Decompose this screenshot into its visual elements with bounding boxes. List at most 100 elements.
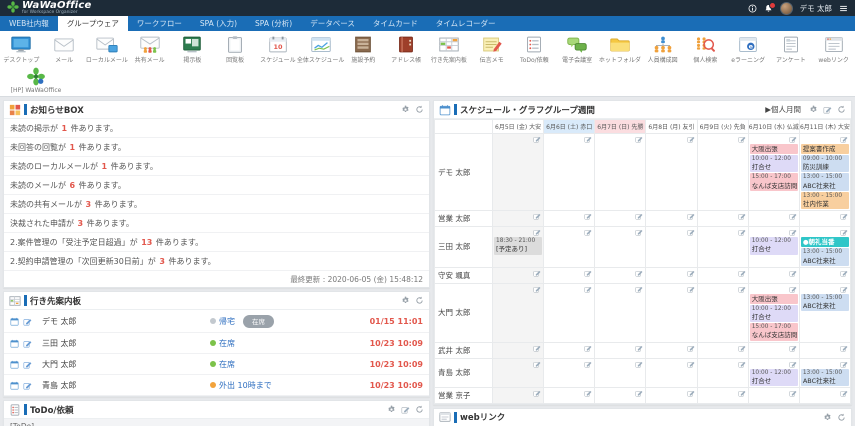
edit-icon[interactable] [635, 389, 643, 397]
schedule-day-cell[interactable] [748, 387, 799, 403]
schedule-day-cell[interactable] [697, 387, 748, 403]
edit-icon[interactable] [533, 285, 541, 293]
toolbar-item-book[interactable]: アドレス帳 [385, 34, 428, 65]
refresh-icon[interactable] [415, 296, 424, 305]
edit-icon[interactable] [401, 405, 410, 414]
calendar-icon[interactable] [10, 339, 19, 348]
toolbar-item-chartwin[interactable]: 全体スケジュール [299, 34, 342, 65]
edit-icon[interactable] [687, 389, 695, 397]
edit-icon[interactable] [840, 135, 848, 143]
edit-icon[interactable] [840, 389, 848, 397]
edit-icon[interactable] [687, 212, 695, 220]
toolbar-item-elearning[interactable]: eeラーニング [727, 34, 770, 65]
schedule-event[interactable]: 大阪出張 [750, 294, 798, 304]
schedule-day-cell[interactable]: 18:30 - 21:00[予定あり] [493, 227, 544, 267]
schedule-day-cell[interactable] [697, 358, 748, 387]
edit-icon[interactable] [738, 135, 746, 143]
schedule-day-cell[interactable] [646, 227, 697, 267]
edit-icon[interactable] [687, 360, 695, 368]
schedule-day-cell[interactable]: 13:00 - 15:00ABC社来社 [799, 358, 850, 387]
nav-tab[interactable]: データベース [301, 16, 364, 31]
toolbar-item-orgchart[interactable]: 人員構成図 [641, 34, 684, 65]
status-link[interactable]: 外出 10時まで [219, 380, 272, 391]
hamburger-menu-icon[interactable] [839, 4, 848, 13]
edit-icon[interactable] [789, 269, 797, 277]
status-link[interactable]: 帰宅 [219, 316, 235, 327]
schedule-day-cell[interactable] [493, 358, 544, 387]
edit-icon[interactable] [738, 228, 746, 236]
schedule-day-cell[interactable] [544, 134, 595, 211]
schedule-day-cell[interactable] [748, 211, 799, 227]
schedule-event[interactable]: 大阪出張 [750, 144, 798, 154]
edit-icon[interactable] [584, 360, 592, 368]
schedule-event[interactable]: 10:00 - 12:00打合せ [750, 237, 798, 254]
toolbar-item-mail[interactable]: メール [43, 34, 86, 65]
status-link[interactable]: 在席 [219, 338, 235, 349]
edit-icon[interactable] [635, 344, 643, 352]
gear-icon[interactable] [401, 296, 410, 305]
gear-icon[interactable] [387, 405, 396, 414]
edit-icon[interactable] [635, 285, 643, 293]
schedule-day-cell[interactable] [544, 387, 595, 403]
schedule-day-cell[interactable] [646, 283, 697, 342]
schedule-day-cell[interactable] [544, 227, 595, 267]
schedule-day-cell[interactable] [799, 342, 850, 358]
edit-icon[interactable] [584, 344, 592, 352]
edit-icon[interactable] [687, 228, 695, 236]
schedule-day-cell[interactable] [697, 134, 748, 211]
edit-icon[interactable] [840, 344, 848, 352]
refresh-icon[interactable] [415, 405, 424, 414]
schedule-day-cell[interactable] [646, 358, 697, 387]
toolbar-item-webwin[interactable]: webリンク [812, 34, 855, 65]
notice-item[interactable]: 未読の掲示が 1 件あります。 [4, 119, 429, 138]
edit-icon[interactable] [533, 212, 541, 220]
schedule-day-cell[interactable] [493, 387, 544, 403]
schedule-day-cell[interactable] [799, 387, 850, 403]
edit-icon[interactable] [584, 285, 592, 293]
edit-icon[interactable] [584, 228, 592, 236]
edit-icon[interactable] [840, 360, 848, 368]
edit-icon[interactable] [23, 317, 32, 326]
status-badge[interactable]: 在席 [243, 315, 274, 328]
schedule-event[interactable]: ●朝礼当番 [801, 237, 849, 247]
edit-icon[interactable] [533, 389, 541, 397]
notice-item[interactable]: 決裁された申請が 3 件あります。 [4, 214, 429, 233]
edit-icon[interactable] [789, 389, 797, 397]
schedule-day-cell[interactable] [697, 211, 748, 227]
schedule-event[interactable]: 10:00 - 12:00打合せ [750, 305, 798, 322]
edit-icon[interactable] [584, 269, 592, 277]
toolbar-item-board[interactable]: 掲示板 [171, 34, 214, 65]
schedule-day-cell[interactable] [544, 211, 595, 227]
edit-icon[interactable] [840, 212, 848, 220]
edit-icon[interactable] [789, 135, 797, 143]
nav-tab[interactable]: WEB社内報 [0, 16, 58, 31]
edit-icon[interactable] [533, 135, 541, 143]
edit-icon[interactable] [738, 285, 746, 293]
schedule-event[interactable]: 13:00 - 15:00ABC社来社 [801, 173, 849, 190]
edit-icon[interactable] [823, 105, 832, 114]
schedule-day-cell[interactable] [544, 267, 595, 283]
logo[interactable]: WaWaOffice for Workspace Organizer [7, 1, 92, 16]
schedule-day-cell[interactable] [544, 358, 595, 387]
edit-icon[interactable] [840, 269, 848, 277]
schedule-event[interactable]: 13:00 - 15:00ABC社来社 [801, 248, 849, 265]
edit-icon[interactable] [533, 360, 541, 368]
nav-tab[interactable]: グループウェア [58, 16, 128, 31]
schedule-day-cell[interactable] [493, 342, 544, 358]
edit-icon[interactable] [687, 269, 695, 277]
edit-icon[interactable] [840, 285, 848, 293]
schedule-day-cell[interactable] [697, 342, 748, 358]
schedule-event[interactable]: 15:00 - 17:00なんば支店訪問 [750, 173, 798, 190]
schedule-event[interactable]: 09:00 - 10:00防災訓練 [801, 155, 849, 172]
edit-icon[interactable] [789, 344, 797, 352]
schedule-day-cell[interactable] [646, 387, 697, 403]
schedule-day-cell[interactable] [646, 267, 697, 283]
edit-icon[interactable] [687, 285, 695, 293]
gear-icon[interactable] [401, 105, 410, 114]
calendar-icon[interactable] [10, 317, 19, 326]
edit-icon[interactable] [738, 344, 746, 352]
toolbar-item-folder[interactable]: ホットフォルダ [599, 34, 642, 65]
edit-icon[interactable] [533, 228, 541, 236]
notice-item[interactable]: 2.案件管理の「受注予定日超過」が 13 件あります。 [4, 233, 429, 252]
notice-item[interactable]: 2.契約申請管理の「次回更新30日前」が 3 件あります。 [4, 252, 429, 271]
